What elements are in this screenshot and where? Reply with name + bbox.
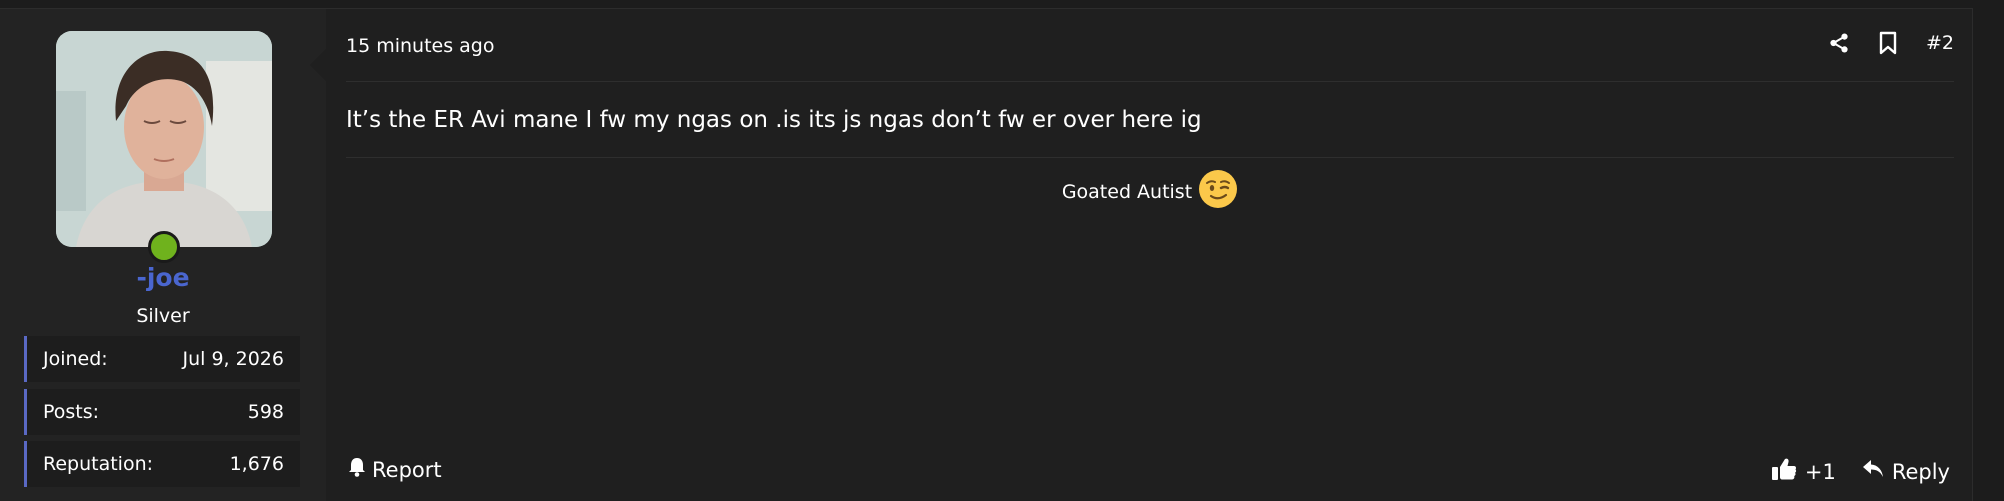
signature-text: Goated Autist xyxy=(1061,180,1193,203)
report-label: Report xyxy=(372,457,442,482)
stat-label: Posts: xyxy=(43,401,100,423)
stat-label: Reputation: xyxy=(43,453,154,475)
post-container: -joe Silver Joined: Jul 9, 2026 Posts: 5… xyxy=(0,8,1973,501)
signature-divider xyxy=(346,157,1954,158)
avatar-wrap xyxy=(56,31,272,263)
post-timestamp[interactable]: 15 minutes ago xyxy=(346,35,495,57)
stat-value: 598 xyxy=(247,401,284,423)
stat-posts: Posts: 598 xyxy=(24,389,300,435)
reaction-count: +1 xyxy=(1804,459,1836,484)
like-button[interactable]: +1 xyxy=(1771,457,1836,486)
reply-button[interactable]: Reply xyxy=(1862,459,1950,484)
bookmark-icon[interactable] xyxy=(1878,31,1898,55)
stat-joined: Joined: Jul 9, 2026 xyxy=(24,336,300,382)
user-sidebar: -joe Silver Joined: Jul 9, 2026 Posts: 5… xyxy=(0,9,326,501)
stat-reputation: Reputation: 1,676 xyxy=(24,441,300,487)
share-icon[interactable] xyxy=(1828,32,1850,54)
user-rank: Silver xyxy=(136,305,190,327)
signature: Goated Autist xyxy=(346,169,1954,214)
bell-icon xyxy=(348,457,366,482)
stat-value: 1,676 xyxy=(229,453,284,475)
reply-icon xyxy=(1862,459,1884,484)
post-pointer-arrow xyxy=(310,49,326,81)
stat-value: Jul 9, 2026 xyxy=(182,348,285,370)
stat-label: Joined: xyxy=(43,348,108,370)
post-main: 15 minutes ago #2 It’s the ER Avi mane I… xyxy=(310,9,1972,501)
post-header-actions: #2 xyxy=(1828,31,1954,55)
username[interactable]: -joe xyxy=(0,263,326,292)
thumbs-up-icon xyxy=(1771,457,1797,486)
post-message: It’s the ER Avi mane I fw my ngas on .is… xyxy=(346,107,1202,133)
reply-label: Reply xyxy=(1891,459,1950,484)
wink-emoji-icon xyxy=(1198,169,1238,214)
report-button[interactable]: Report xyxy=(348,457,442,482)
post-number-link[interactable]: #2 xyxy=(1926,32,1954,54)
header-divider xyxy=(346,81,1954,82)
avatar[interactable] xyxy=(56,31,272,247)
online-status-indicator xyxy=(148,231,180,263)
post-footer-actions: +1 Reply xyxy=(1771,457,1950,486)
